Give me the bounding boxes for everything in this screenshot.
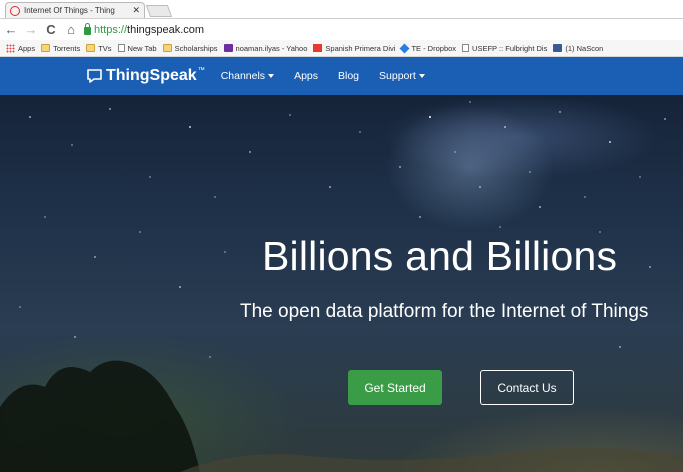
- bookmark-scholarships[interactable]: Scholarships: [162, 43, 218, 53]
- tree-silhouette: [0, 360, 683, 472]
- bookmark-tvs[interactable]: TVs: [86, 43, 112, 53]
- page-icon: [462, 44, 470, 52]
- dropbox-icon: [399, 43, 410, 53]
- thingspeak-logo[interactable]: ThingSpeak ™: [86, 67, 205, 85]
- nav-label: Support: [379, 70, 416, 82]
- bookmark-label: Apps: [18, 43, 36, 53]
- nav-apps[interactable]: Apps: [294, 70, 318, 82]
- bookmark-apps[interactable]: Apps: [6, 43, 36, 53]
- thingspeak-page: ThingSpeak ™ Channels Apps Blog Support …: [0, 57, 683, 472]
- page-icon: [117, 44, 125, 52]
- nav-label: Blog: [338, 70, 360, 82]
- close-tab-icon[interactable]: ✕: [132, 5, 140, 16]
- hero-title: Billions and Billions: [262, 233, 618, 279]
- new-tab-button[interactable]: [145, 5, 173, 17]
- bookmark-label: TVs: [98, 43, 112, 53]
- speech-bubble-icon: [87, 69, 102, 83]
- folder-icon: [162, 44, 172, 52]
- site-nav-links: Channels Apps Blog Support: [221, 70, 445, 82]
- bookmark-label: Spanish Primera Divi: [325, 43, 396, 53]
- bookmark-label: USEFP :: Fulbright Dis: [472, 43, 548, 53]
- bookmark-label: (1) NaScon: [565, 43, 604, 53]
- nav-label: Channels: [220, 70, 266, 82]
- nav-channels[interactable]: Channels: [220, 70, 275, 82]
- brand-trademark: ™: [197, 67, 205, 74]
- bookmark-torrents[interactable]: Torrents: [41, 44, 80, 53]
- reload-button[interactable]: C: [42, 21, 60, 39]
- nav-label: Apps: [294, 70, 318, 82]
- bookmark-dropbox[interactable]: TE - Dropbox: [399, 43, 457, 53]
- url-protocol: https://: [94, 23, 128, 36]
- folder-icon: [41, 44, 51, 52]
- apps-icon: [6, 43, 15, 53]
- bookmark-label: New Tab: [127, 43, 157, 53]
- bookmark-spanish-primera[interactable]: Spanish Primera Divi: [313, 44, 395, 53]
- thingspeak-favicon-icon: [10, 5, 20, 16]
- browser-tab-strip: Internet Of Things - Thing ✕: [0, 0, 683, 19]
- flag-icon: [313, 44, 323, 52]
- home-button[interactable]: ⌂: [62, 21, 80, 39]
- bookmark-label: noaman.ilyas - Yahoo: [235, 43, 308, 53]
- bookmark-label: TE - Dropbox: [411, 43, 457, 53]
- bookmarks-bar: Apps Torrents TVs New Tab Scholarships n…: [0, 40, 683, 57]
- mail-icon: [223, 44, 233, 52]
- bookmark-label: Torrents: [53, 43, 81, 53]
- forward-button[interactable]: →: [22, 21, 40, 39]
- site-navbar: ThingSpeak ™ Channels Apps Blog Support: [0, 57, 683, 95]
- bookmark-nascon[interactable]: (1) NaScon: [553, 44, 603, 53]
- bookmark-label: Scholarships: [174, 43, 218, 53]
- folder-icon: [86, 44, 96, 52]
- browser-toolbar: ← → C ⌂ https:// thingspeak.com: [0, 19, 683, 40]
- lock-icon: [84, 23, 91, 35]
- caret-down-icon: [418, 74, 425, 78]
- get-started-button[interactable]: Get Started: [348, 370, 442, 405]
- hero-subtitle: The open data platform for the Internet …: [240, 301, 649, 322]
- address-bar[interactable]: https:// thingspeak.com: [84, 22, 204, 38]
- bookmark-new-tab[interactable]: New Tab: [117, 43, 157, 53]
- tab-title: Internet Of Things - Thing: [24, 6, 115, 15]
- brand-name: ThingSpeak: [106, 67, 197, 84]
- contact-us-button[interactable]: Contact Us: [480, 370, 574, 405]
- browser-tab[interactable]: Internet Of Things - Thing ✕: [5, 2, 145, 18]
- bookmark-yahoo-mail[interactable]: noaman.ilyas - Yahoo: [223, 43, 308, 53]
- nav-blog[interactable]: Blog: [338, 70, 359, 82]
- caret-down-icon: [268, 74, 275, 78]
- bookmark-usefp[interactable]: USEFP :: Fulbright Dis: [462, 44, 547, 53]
- url-host: thingspeak.com: [127, 23, 205, 36]
- nav-support[interactable]: Support: [379, 70, 425, 82]
- back-button[interactable]: ←: [2, 21, 20, 39]
- facebook-icon: [553, 44, 563, 52]
